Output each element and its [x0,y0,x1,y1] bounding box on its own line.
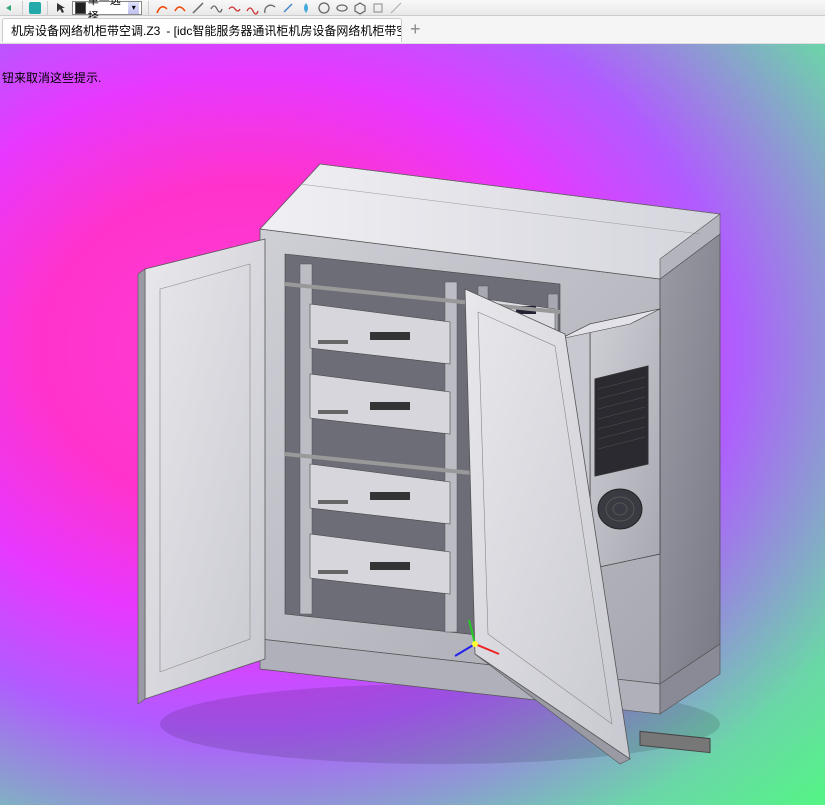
tab-title-suffix: - [idc智能服务器通讯柜机房设备网络机柜带空调] [166,22,402,39]
chevron-down-icon[interactable]: ▾ [128,2,139,14]
cursor-icon[interactable] [54,1,68,15]
tool-n1-icon[interactable] [371,1,385,15]
diag-line-icon[interactable] [281,1,295,15]
left-door [138,239,265,704]
arc-tool-icon[interactable] [263,1,277,15]
hexagon-tool-icon[interactable] [353,1,367,15]
document-tab[interactable]: 机房设备网络机柜带空调.Z3 - [idc智能服务器通讯柜机房设备网络机柜带空调… [2,18,402,42]
spline-tool-icon[interactable] [209,1,223,15]
window-icon[interactable] [29,2,41,14]
ellipse-tool-icon[interactable] [335,1,349,15]
new-tab-button[interactable]: + [402,19,429,40]
mode-indicator-icon [75,2,86,14]
tab-filename: 机房设备网络机柜带空调.Z3 [11,22,160,39]
drop-tool-icon[interactable] [299,1,313,15]
cabinet-model[interactable] [0,44,825,805]
tab-row: 机房设备网络机柜带空调.Z3 - [idc智能服务器通讯柜机房设备网络机柜带空调… [0,16,825,44]
viewport-3d[interactable] [0,44,825,805]
separator [148,1,149,15]
hint-text-2: 钮来取消这些提示. [0,68,103,87]
wave-tool-1-icon[interactable] [227,1,241,15]
selection-mode-dropdown[interactable]: 单一选择 ▾ [72,1,142,15]
circle-tool-icon[interactable] [317,1,331,15]
wave-tool-2-icon[interactable] [245,1,259,15]
separator [22,1,23,15]
separator [47,1,48,15]
tool-n2-icon[interactable] [389,1,403,15]
curve-tool-2-icon[interactable] [173,1,187,15]
undo-icon[interactable] [2,1,16,15]
top-toolbar: 单一选择 ▾ [0,0,825,16]
curve-tool-1-icon[interactable] [155,1,169,15]
line-tool-icon[interactable] [191,1,205,15]
